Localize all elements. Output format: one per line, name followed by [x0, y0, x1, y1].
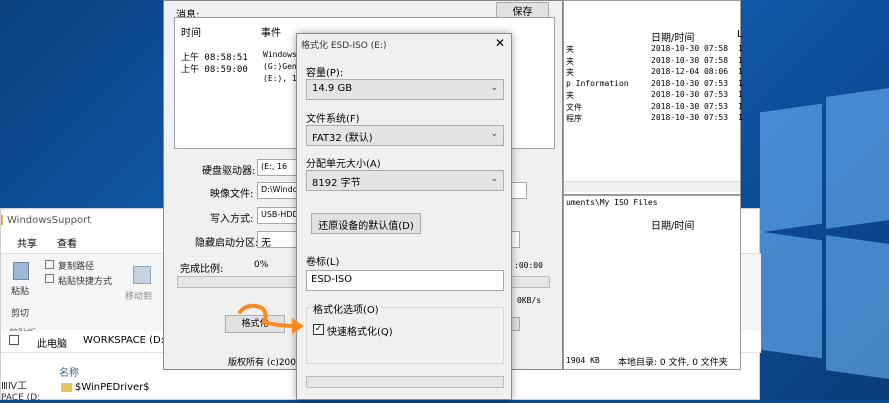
copy-path-icon — [45, 260, 54, 269]
close-icon[interactable]: ✕ — [495, 36, 505, 50]
hidden-partition-label: 隐藏启动分区: — [195, 238, 259, 249]
file-attr: 1 — [738, 113, 743, 122]
drive-select[interactable]: (E:, 16 — [257, 159, 297, 176]
log-event: Windows — [263, 50, 297, 59]
hidden-partition-select[interactable]: 无 — [257, 231, 297, 248]
volume-label-input[interactable]: ESD-ISO — [306, 270, 504, 291]
nav-tree-item[interactable]: ⅢⅣ工 — [1, 377, 27, 392]
status-text: 本地目录: 0 文件, 0 文件夹 — [618, 358, 728, 368]
shortcut-icon — [45, 274, 54, 283]
windows-logo-pane — [760, 103, 822, 233]
file-attr: 1 — [738, 44, 743, 53]
status-text: 1904 KB — [566, 356, 600, 365]
folder-icon — [61, 383, 72, 392]
dialog-title: 格式化 ESD-ISO (E:) — [301, 41, 387, 51]
elapsed-time: :00:00 — [514, 261, 543, 270]
file-name[interactable]: 夹 — [566, 56, 574, 67]
allocation-value: 8192 字节 — [312, 178, 361, 189]
write-mode-select[interactable]: USB-HDD+ — [257, 207, 297, 224]
paste-shortcut-button[interactable]: 粘贴快捷方式 — [58, 274, 112, 287]
windows-logo-pane — [760, 231, 822, 359]
allocation-label: 分配单元大小(A) — [306, 159, 381, 170]
chevron-down-icon: ⌄ — [490, 83, 498, 93]
file-list-panel: 日期/时间 L 夹 2018-10-30 07:58 1 夹 2018-10-30 07… — [563, 0, 743, 195]
file-name[interactable]: 文件 — [566, 102, 582, 113]
path-field[interactable]: uments\My ISO Files — [566, 198, 658, 207]
filesystem-select[interactable]: FAT32 (默认) ⌄ — [306, 125, 504, 146]
format-dialog: 格式化 ESD-ISO (E:) ✕ 容量(P): 14.9 GB ⌄ 文件系统(… — [296, 33, 512, 400]
folder-icon — [9, 335, 19, 345]
column-header-date[interactable]: 日期/时间 — [651, 217, 694, 232]
capacity-label: 容量(P): — [306, 68, 344, 79]
file-name[interactable]: 夹 — [566, 44, 574, 55]
window-title: WindowsSupport — [7, 215, 92, 226]
restore-defaults-button[interactable]: 还原设备的默认值(D) — [311, 213, 421, 234]
column-header-event: 事件 — [261, 28, 281, 39]
file-name[interactable]: 程序 — [566, 113, 582, 124]
file-name[interactable]: p Information — [566, 79, 629, 88]
filesystem-label: 文件系统(F) — [306, 114, 360, 125]
annotation-arrow-icon — [238, 303, 304, 334]
save-button[interactable]: 保存 — [496, 2, 549, 18]
windows-logo-pane — [826, 235, 889, 380]
file-attr: 1 — [738, 101, 743, 111]
file-name[interactable]: 夹 — [566, 67, 574, 78]
breadcrumb-workspace[interactable]: WORKSPACE (D:) — [83, 335, 168, 346]
horizontal-scrollbar[interactable] — [564, 181, 740, 192]
drive-label: 硬盘驱动器: — [202, 166, 256, 177]
file-attr: 1 — [738, 90, 743, 99]
volume-label-label: 卷标(L) — [306, 257, 340, 268]
file-name[interactable]: 夹 — [566, 90, 574, 101]
speed-value: 0KB/s — [517, 296, 542, 305]
move-to-button[interactable]: 移动到 — [125, 289, 152, 302]
copyright-text: 版权所有 (c)2002 — [228, 358, 302, 368]
cut-button[interactable]: 剪切 — [11, 306, 29, 319]
paste-button[interactable]: 粘贴 — [11, 284, 29, 297]
image-file-label: 映像文件: — [210, 189, 254, 200]
progress-label: 完成比例: — [180, 264, 224, 275]
progress-bar — [177, 276, 297, 288]
list-item[interactable]: $WinPEDriver$ — [75, 382, 150, 393]
paste-icon — [13, 262, 29, 280]
nav-tree-item[interactable]: PACE (D: — [1, 393, 40, 403]
chevron-down-icon: ⌄ — [490, 174, 498, 184]
file-date: 2018-10-30 07:53 — [651, 101, 729, 111]
column-header-time: 时间 — [181, 28, 201, 39]
tab-view[interactable]: 查看 — [57, 235, 77, 250]
file-date: 2018-10-30 07:53 — [651, 78, 729, 88]
move-to-icon — [133, 266, 151, 284]
chevron-down-icon: ⌄ — [490, 129, 498, 139]
capacity-select[interactable]: 14.9 GB ⌄ — [306, 79, 504, 100]
file-attr: 1 — [738, 67, 743, 76]
capacity-value: 14.9 GB — [312, 83, 353, 94]
quick-format-checkbox[interactable]: ✓ — [313, 324, 324, 335]
progress-value: 0% — [254, 260, 269, 270]
column-header-name[interactable]: 名称 — [59, 364, 79, 379]
file-date: 2018-10-30 07:58 — [651, 55, 729, 65]
file-attr: 1 — [738, 78, 743, 88]
file-date: 2018-10-30 07:53 — [651, 113, 729, 122]
windows-logo-pane — [826, 87, 889, 229]
progress-bar — [306, 376, 504, 388]
file-date: 2018-12-04 08:06 — [651, 67, 729, 76]
image-file-field[interactable]: D:\Windo — [257, 182, 297, 199]
copy-path-button[interactable]: 复制路径 — [58, 259, 94, 272]
breadcrumb-this-pc[interactable]: 此电脑 — [37, 335, 67, 350]
allocation-select[interactable]: 8192 字节 ⌄ — [306, 170, 504, 191]
column-header-date[interactable]: 日期/时间 — [651, 29, 694, 44]
local-file-panel: uments\My ISO Files 日期/时间 1904 KB 本地目录: … — [563, 195, 741, 370]
log-time: 上午 08:59:00 — [181, 65, 248, 75]
progress-bar — [510, 276, 550, 288]
file-date: 2018-10-30 07:53 — [651, 90, 729, 99]
tab-share[interactable]: 共享 — [17, 235, 37, 250]
file-date: 2018-10-30 07:58 — [651, 44, 729, 53]
column-header-l[interactable]: L — [737, 29, 743, 40]
filesystem-value: FAT32 (默认) — [312, 133, 373, 144]
quick-format-label: 快速格式化(Q) — [327, 327, 393, 338]
write-mode-label: 写入方式: — [210, 214, 254, 225]
file-attr: 1 — [738, 55, 743, 65]
browse-field[interactable] — [510, 182, 527, 199]
format-options-label: 格式化选项(O) — [311, 301, 381, 316]
